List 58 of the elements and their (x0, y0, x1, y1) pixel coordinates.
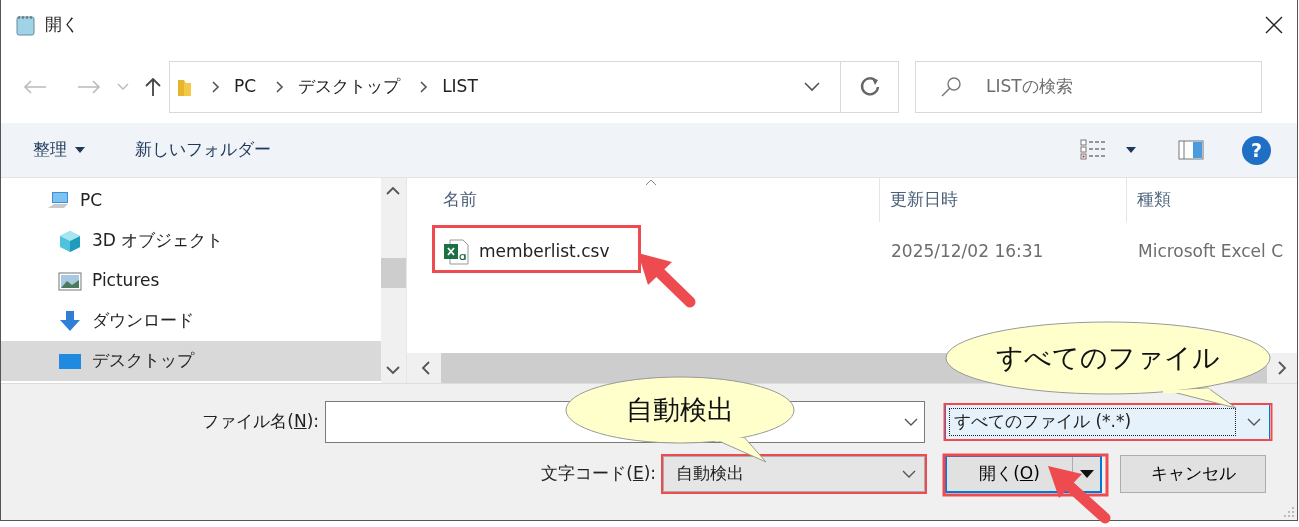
resize-grip-icon[interactable] (1283, 506, 1295, 518)
sidebar-item[interactable]: 3D オブジェクト (1, 221, 381, 261)
spreadsheet-file-icon (443, 239, 469, 265)
breadcrumb-item[interactable]: LIST (442, 73, 478, 100)
cube-icon (58, 229, 82, 253)
preview-pane-icon[interactable] (1178, 140, 1204, 160)
chevron-down-icon[interactable] (386, 365, 401, 375)
file-type-dropdown[interactable]: すべてのファイル (*.*) (945, 404, 1270, 440)
column-header[interactable]: 種類 (1127, 178, 1297, 222)
caret-icon[interactable] (1079, 470, 1094, 478)
chevron-right-icon (418, 79, 429, 94)
search-placeholder: LISTの検索 (986, 74, 1073, 98)
pointer-arrow (1048, 466, 1111, 524)
modified-date: 2025/12/02 16:31 (891, 241, 1044, 262)
file-name[interactable]: memberlist.csv (479, 239, 610, 265)
sidebar-item[interactable]: Pictures (1, 261, 381, 301)
chevron-right-icon (274, 79, 285, 94)
sidebar-item[interactable]: デスクトップ (1, 341, 381, 381)
field-label: 文字コード(E): (540, 462, 656, 486)
field-label: ファイル名(N): (201, 410, 319, 434)
breadcrumb-item[interactable]: PC (234, 73, 257, 100)
chevron-down-icon[interactable] (804, 81, 820, 92)
chevron-right-icon (210, 79, 220, 94)
image-icon (58, 269, 82, 293)
help-button[interactable]: ? (1242, 135, 1271, 165)
address-bar[interactable]: PC デスクトップ LIST (169, 60, 899, 113)
chevron-right-icon[interactable] (1277, 361, 1287, 375)
caret-icon[interactable] (1126, 147, 1136, 153)
chevron-down-icon (904, 418, 918, 426)
chevron-down-icon (902, 470, 916, 478)
search-field[interactable]: LISTの検索 (915, 60, 1262, 113)
scrollbar[interactable] (380, 178, 406, 383)
chevron-up-icon[interactable] (386, 186, 401, 196)
down-arrow-icon (58, 309, 82, 333)
encoding-dropdown[interactable]: 自動検出 (663, 456, 925, 492)
chevron-left-icon[interactable] (421, 361, 431, 375)
pointer-arrow (638, 253, 696, 308)
column-header[interactable]: 名前 (407, 178, 880, 222)
callout-text: すべてのファイル (996, 340, 1220, 375)
cancel-button[interactable]: キャンセル (1120, 455, 1266, 493)
search-icon (940, 75, 962, 98)
breadcrumb-item[interactable]: デスクトップ (298, 73, 401, 100)
new-folder-button[interactable]: 新しいフォルダー (135, 137, 271, 163)
refresh-icon (858, 75, 881, 98)
column-header[interactable]: 更新日時 (880, 178, 1127, 222)
file-type: Microsoft Excel C (1138, 241, 1284, 262)
sidebar-item[interactable]: ダウンロード (1, 301, 381, 341)
window-title: 開く (45, 13, 79, 37)
up-arrow-icon[interactable] (145, 76, 161, 97)
caret-icon (75, 147, 85, 153)
close-icon[interactable] (1265, 16, 1283, 34)
scrollbar-thumb[interactable] (380, 258, 406, 288)
callout-text: 自動検出 (626, 392, 734, 427)
organize-menu[interactable]: 整理 (33, 137, 67, 163)
sidebar-item[interactable]: PC (1, 181, 381, 221)
chevron-down-icon (1247, 418, 1261, 426)
notepad-icon (15, 14, 37, 36)
view-list-icon[interactable] (1080, 138, 1106, 162)
